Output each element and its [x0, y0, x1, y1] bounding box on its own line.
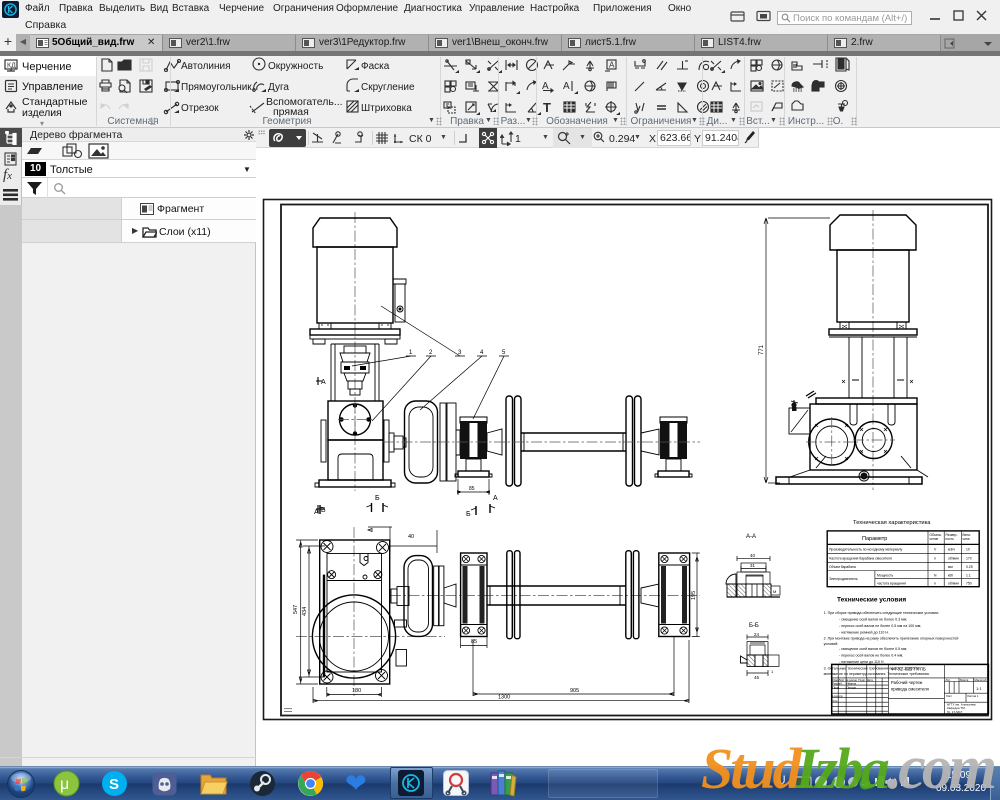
svg-text:Масштаб: Масштаб	[975, 678, 987, 682]
svg-text:750: 750	[966, 582, 972, 586]
svg-text:Гр. 17-МСГ: Гр. 17-МСГ	[947, 710, 963, 714]
svg-text:М: М	[773, 589, 776, 594]
svg-text:ность: ность	[946, 537, 955, 541]
svg-text:85: 85	[471, 639, 477, 645]
svg-text:170: 170	[966, 557, 972, 561]
svg-text:КД: КД	[7, 63, 16, 70]
svg-text:- перекос осей валов не более: - перекос осей валов не более 0.4 мм;	[839, 654, 903, 658]
svg-text:Листов 1: Листов 1	[967, 694, 979, 698]
svg-text:T: T	[543, 100, 551, 115]
svg-text:A: A	[609, 61, 615, 70]
svg-text:мм: мм	[948, 565, 953, 569]
svg-text:N: N	[934, 574, 937, 578]
svg-text:Рабочий чертеж: Рабочий чертеж	[891, 680, 923, 685]
svg-text:24: 24	[754, 632, 760, 637]
svg-text:Масса: Масса	[960, 678, 969, 682]
svg-text:0.25: 0.25	[966, 565, 973, 569]
svg-text:1:1: 1:1	[976, 686, 982, 691]
svg-text:Техническая характеристика: Техническая характеристика	[853, 520, 931, 526]
svg-text:1.1: 1.1	[966, 574, 971, 578]
svg-text:31: 31	[750, 563, 756, 568]
svg-text:1300: 1300	[498, 695, 510, 701]
svg-text:Б: Б	[466, 511, 471, 518]
svg-text:Петров: Петров	[847, 685, 857, 689]
svg-text:Лист: Лист	[946, 694, 953, 698]
svg-text:Электродвигатель: Электродвигатель	[829, 577, 858, 581]
svg-text:40: 40	[750, 553, 756, 558]
svg-text:об/мин: об/мин	[948, 557, 959, 561]
svg-text:А: А	[493, 495, 498, 502]
svg-text:μ: μ	[60, 776, 69, 793]
svg-text:2. При монтаже привода на раму: 2. При монтаже привода на раму обеспечит…	[824, 637, 959, 641]
svg-text:об/мин: об/мин	[948, 582, 959, 586]
svg-text:- смещение осей валов не более: - смещение осей валов не более 0.5 мм;	[839, 647, 907, 651]
svg-text:- смещение осей валов не более: - смещение осей валов не более 0.3 мм;	[839, 618, 907, 622]
svg-text:А: А	[563, 81, 570, 92]
svg-text:- перекос осей валов не более: - перекос осей валов не более 0.5 мм на …	[839, 624, 921, 628]
svg-text:- натяжение цепи до 110 Н.: - натяжение цепи до 110 Н.	[839, 660, 884, 664]
svg-text:n: n	[934, 582, 936, 586]
svg-text:Б-Б: Б-Б	[749, 623, 759, 629]
svg-text:монтаже не по периметру основа: монтаже не по периметру основания. Техни…	[824, 672, 930, 676]
svg-text:чина: чина	[963, 537, 970, 541]
svg-text:Утв.: Утв.	[833, 699, 839, 703]
svg-text:Производительность по исходном: Производительность по исходному материал…	[829, 548, 903, 552]
svg-text:привода смесителя: привода смесителя	[891, 687, 929, 692]
svg-text:n: n	[934, 557, 936, 561]
svg-text:частота вращения: частота вращения	[877, 582, 906, 586]
svg-text:Частота вращения барабана смес: Частота вращения барабана смесителя	[829, 557, 892, 561]
svg-text:чение: чение	[930, 537, 939, 541]
svg-text:А: А	[314, 509, 319, 516]
svg-text:Объем барабана: Объем барабана	[829, 565, 856, 569]
svg-text:Н.контр.: Н.контр.	[833, 694, 844, 698]
svg-text:Параметр: Параметр	[862, 536, 887, 542]
svg-text:кВт: кВт	[948, 574, 954, 578]
svg-text:условий:: условий:	[824, 642, 839, 646]
svg-text:10: 10	[966, 548, 970, 552]
svg-text:180: 180	[352, 688, 361, 694]
svg-text:Мощность: Мощность	[877, 574, 894, 578]
svg-text:S: S	[109, 776, 119, 793]
svg-text:- натяжение ремней до 110 Н.: - натяжение ремней до 110 Н.	[839, 631, 889, 635]
svg-text:Б: Б	[375, 495, 380, 502]
svg-text:40: 40	[408, 534, 414, 540]
svg-text:Технические условия: Технические условия	[837, 597, 906, 604]
svg-text:Ф4 01.-02Б ТХ ПБ: Ф4 01.-02Б ТХ ПБ	[891, 667, 926, 672]
svg-text:434: 434	[302, 607, 308, 616]
svg-text:547: 547	[293, 605, 299, 614]
svg-text:195: 195	[691, 591, 697, 600]
svg-text:45: 45	[754, 675, 760, 680]
svg-text:Пров.: Пров.	[833, 685, 841, 689]
svg-text:м3/ч: м3/ч	[948, 548, 955, 552]
svg-text:Лит.: Лит.	[946, 678, 951, 682]
svg-text:1. При сборке привода обеспечи: 1. При сборке привода обеспечить следующ…	[824, 611, 939, 615]
svg-text:V: V	[934, 548, 937, 552]
svg-text:А-А: А-А	[746, 534, 756, 540]
svg-text:1: 1	[771, 669, 774, 674]
svg-text:905: 905	[570, 688, 579, 694]
